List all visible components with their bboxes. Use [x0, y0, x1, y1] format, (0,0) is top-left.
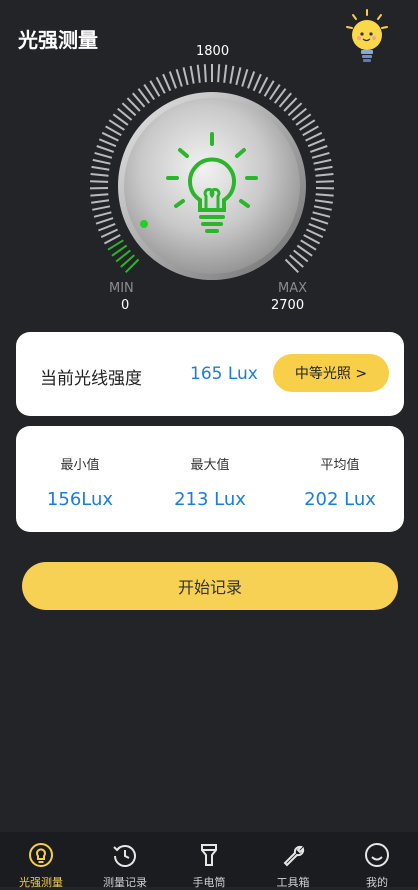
- start-record-button[interactable]: 开始记录: [22, 562, 398, 610]
- gauge-tick: [106, 126, 122, 135]
- tab-records[interactable]: 测量记录: [90, 842, 160, 890]
- gauge-tick: [90, 181, 108, 182]
- gauge-tick: [96, 218, 113, 224]
- gauge-tick: [248, 72, 254, 89]
- tab-label: 我的: [342, 874, 412, 890]
- gauge-tick: [98, 224, 115, 231]
- gauge-tick: [309, 224, 326, 231]
- gauge-tick: [306, 230, 322, 238]
- gauge-tick: [92, 167, 110, 170]
- gauge-min-value: 0: [121, 298, 129, 313]
- stat-avg-label: 平均值: [280, 454, 400, 473]
- gauge-tick: [163, 74, 170, 91]
- gauge-tick: [90, 194, 108, 195]
- gauge-tick: [205, 64, 206, 82]
- gauge-tick: [315, 167, 333, 170]
- gauge-tick: [308, 139, 325, 146]
- gauge-scale-1800-label: 1800: [196, 44, 229, 59]
- gauge-tick: [224, 65, 226, 83]
- gauge-tick: [101, 230, 117, 238]
- stat-min-value: 156Lux: [20, 489, 140, 510]
- current-intensity-value: 165 Lux: [190, 364, 258, 384]
- gauge-tick: [92, 206, 110, 210]
- light-gauge: [80, 60, 344, 290]
- gauge-tick: [104, 235, 120, 244]
- gauge-tick: [254, 74, 261, 91]
- stat-max-value: 213 Lux: [150, 489, 270, 510]
- gauge-tick: [99, 139, 116, 146]
- gauge-tick: [242, 69, 247, 86]
- lightbulb-mascot-icon[interactable]: [344, 8, 390, 66]
- gauge-tick: [230, 66, 233, 84]
- tab-flashlight[interactable]: 手电筒: [174, 842, 244, 890]
- tab-label: 工具箱: [258, 874, 328, 890]
- history-icon: [112, 842, 138, 868]
- gauge-tick: [259, 77, 267, 93]
- gauge-tick: [191, 66, 194, 84]
- stat-max-label: 最大值: [150, 454, 270, 473]
- stat-max: 最大值 213 Lux: [150, 426, 270, 510]
- knob-indicator-dot: [140, 220, 148, 228]
- tab-label: 光强测量: [6, 874, 76, 890]
- tab-label: 测量记录: [90, 874, 160, 890]
- gauge-tick: [218, 64, 219, 82]
- gauge-tick: [306, 133, 322, 141]
- gauge-tick: [314, 160, 332, 164]
- gauge-tick: [316, 174, 334, 176]
- gauge-tick: [93, 160, 111, 164]
- gauge-tick: [94, 212, 111, 217]
- stat-avg-value: 202 Lux: [280, 489, 400, 510]
- current-intensity-card: 当前光线强度 165 Lux 中等光照 >: [16, 332, 404, 416]
- stats-card: 最小值 156Lux 最大值 213 Lux 平均值 202 Lux: [16, 426, 404, 532]
- gauge-tick: [316, 194, 334, 195]
- gauge-tick: [170, 72, 176, 89]
- bottom-tab-bar: 光强测量 测量记录 手电筒 工具箱: [0, 832, 418, 887]
- gauge-tick: [97, 146, 114, 152]
- gauge-tick: [310, 146, 327, 152]
- gauge-tick: [316, 181, 334, 182]
- tab-toolbox[interactable]: 工具箱: [258, 842, 328, 890]
- gauge-tick: [236, 67, 240, 85]
- gauge-min-label: MIN: [109, 281, 134, 296]
- current-intensity-label: 当前光线强度: [40, 364, 142, 389]
- gauge-max-value: 2700: [271, 298, 304, 313]
- tab-label: 手电筒: [174, 874, 244, 890]
- smile-icon: [364, 842, 390, 868]
- gauge-max-label: MAX: [278, 281, 307, 296]
- gauge-tick: [177, 69, 182, 86]
- gauge-tick: [184, 67, 188, 85]
- lightbulb-icon: [28, 842, 54, 868]
- gauge-knob: [124, 98, 300, 274]
- gauge-tick: [91, 174, 109, 176]
- stat-min: 最小值 156Lux: [20, 426, 140, 510]
- flashlight-icon: [196, 842, 222, 868]
- stat-min-label: 最小值: [20, 454, 140, 473]
- gauge-tick: [91, 200, 109, 203]
- tab-light-measure[interactable]: 光强测量: [6, 842, 76, 890]
- gauge-tick: [102, 133, 118, 141]
- stat-avg: 平均值 202 Lux: [280, 426, 400, 510]
- gauge-tick: [315, 200, 333, 203]
- gauge-tick: [304, 235, 320, 244]
- gauge-tick: [314, 206, 332, 210]
- gauge-tick: [157, 77, 165, 93]
- gauge-tick: [198, 65, 200, 83]
- page-title: 光强测量: [18, 24, 98, 53]
- wrench-icon: [280, 842, 306, 868]
- light-level-button[interactable]: 中等光照 >: [273, 354, 389, 392]
- gauge-tick: [313, 212, 330, 217]
- gauge-tick: [312, 153, 329, 158]
- tab-mine[interactable]: 我的: [342, 842, 412, 890]
- gauge-tick: [95, 153, 112, 158]
- gauge-tick: [311, 218, 328, 224]
- gauge-tick: [303, 126, 319, 135]
